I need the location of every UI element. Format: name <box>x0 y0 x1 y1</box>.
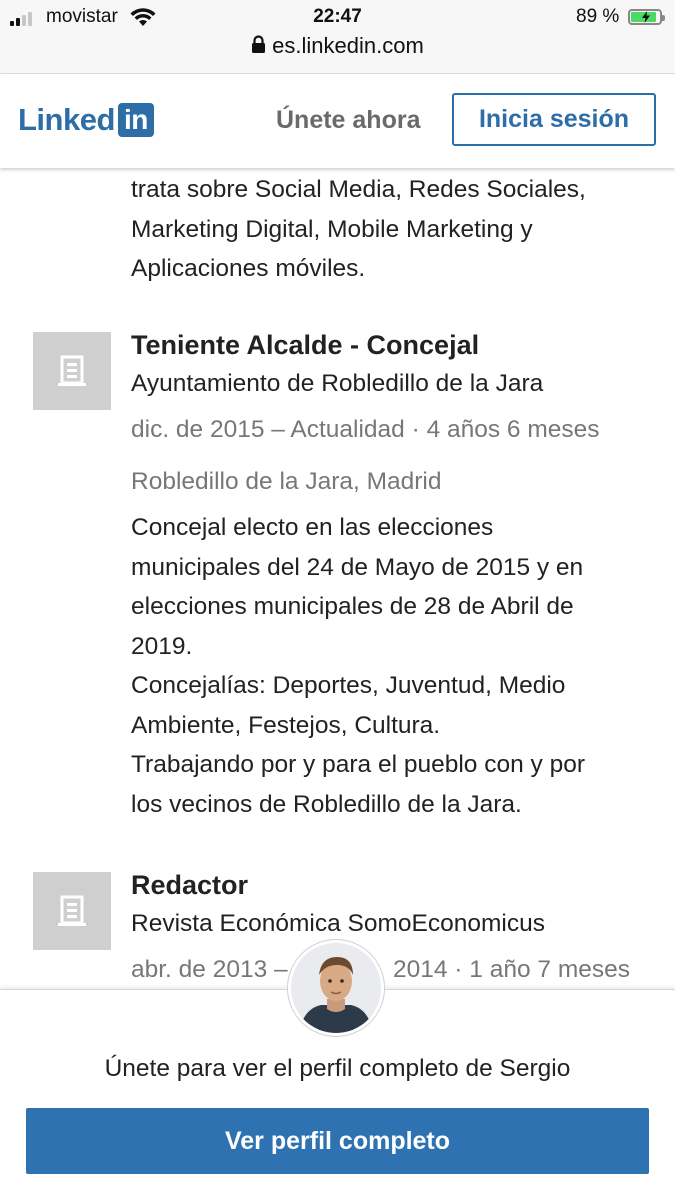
profile-avatar <box>287 939 385 1037</box>
building-icon <box>58 355 86 386</box>
description-line: Concejalías: Deportes, Juventud, Medio <box>131 672 566 699</box>
linkedin-header: Linked in Únete ahora Inicia sesión <box>0 74 675 168</box>
position-description: Concejal electo en las elecciones munici… <box>131 508 661 824</box>
address-bar[interactable]: es.linkedin.com <box>0 33 675 59</box>
position-dates-start: abr. de 2013 – <box>131 956 288 983</box>
description-line: Marketing Digital, Mobile Marketing y <box>131 215 533 243</box>
status-bar: movistar 22:47 89 % <box>0 4 675 30</box>
previous-position-description: trata sobre Social Media, Redes Sociales… <box>131 170 651 289</box>
avatar-photo <box>291 943 381 1033</box>
battery-percent: 89 % <box>576 6 620 27</box>
description-line: Aplicaciones móviles. <box>131 255 366 282</box>
sign-in-button[interactable]: Inicia sesión <box>452 93 656 146</box>
clock: 22:47 <box>313 6 362 27</box>
experience-details: Teniente Alcalde - Concejal Ayuntamiento… <box>131 326 661 824</box>
linkedin-logo[interactable]: Linked in <box>18 102 154 138</box>
position-title[interactable]: Teniente Alcalde - Concejal <box>131 326 661 364</box>
description-line: los vecinos de Robledillo de la Jara. <box>131 790 522 818</box>
building-icon <box>58 895 86 926</box>
battery-icon <box>628 9 665 25</box>
position-title[interactable]: Redactor <box>131 866 661 904</box>
description-line: elecciones municipales de 28 de Abril de <box>131 593 574 620</box>
join-message: Únete para ver el perfil completo de Ser… <box>104 1055 571 1082</box>
logo-in-box: in <box>117 103 154 137</box>
position-dates: abr. de 2013 – 2014 · 1 año 7 meses <box>131 950 651 990</box>
url-text: es.linkedin.com <box>272 33 424 58</box>
company-logo-placeholder <box>33 872 111 950</box>
description-line: Concejal electo en las elecciones <box>131 514 494 541</box>
join-now-link[interactable]: Únete ahora <box>276 106 420 135</box>
logo-text: Linked <box>18 102 115 137</box>
lock-icon <box>252 35 266 53</box>
description-line: trata sobre Social Media, Redes Sociales… <box>131 176 586 203</box>
position-dates: dic. de 2015 – Actualidad · 4 años 6 mes… <box>131 416 600 443</box>
company-name[interactable]: Revista Económica SomoEconomicus <box>131 904 661 944</box>
description-line: Trabajando por y para el pueblo con y po… <box>131 751 585 778</box>
position-location: Robledillo de la Jara, Madrid <box>131 468 442 495</box>
description-line: 2019. <box>131 632 193 660</box>
description-line: Ambiente, Festejos, Cultura. <box>131 711 441 739</box>
company-name[interactable]: Ayuntamiento de Robledillo de la Jara <box>131 364 661 404</box>
view-full-profile-button[interactable]: Ver perfil completo <box>26 1108 649 1174</box>
experience-details: Redactor Revista Económica SomoEconomicu… <box>131 866 661 990</box>
position-dates-end: 2014 · 1 año 7 meses <box>393 956 630 983</box>
browser-top-bar: movistar 22:47 89 % es.linkedin.com <box>0 0 675 74</box>
company-logo-placeholder <box>33 332 111 410</box>
description-line: municipales del 24 de Mayo de 2015 y en <box>131 553 584 581</box>
